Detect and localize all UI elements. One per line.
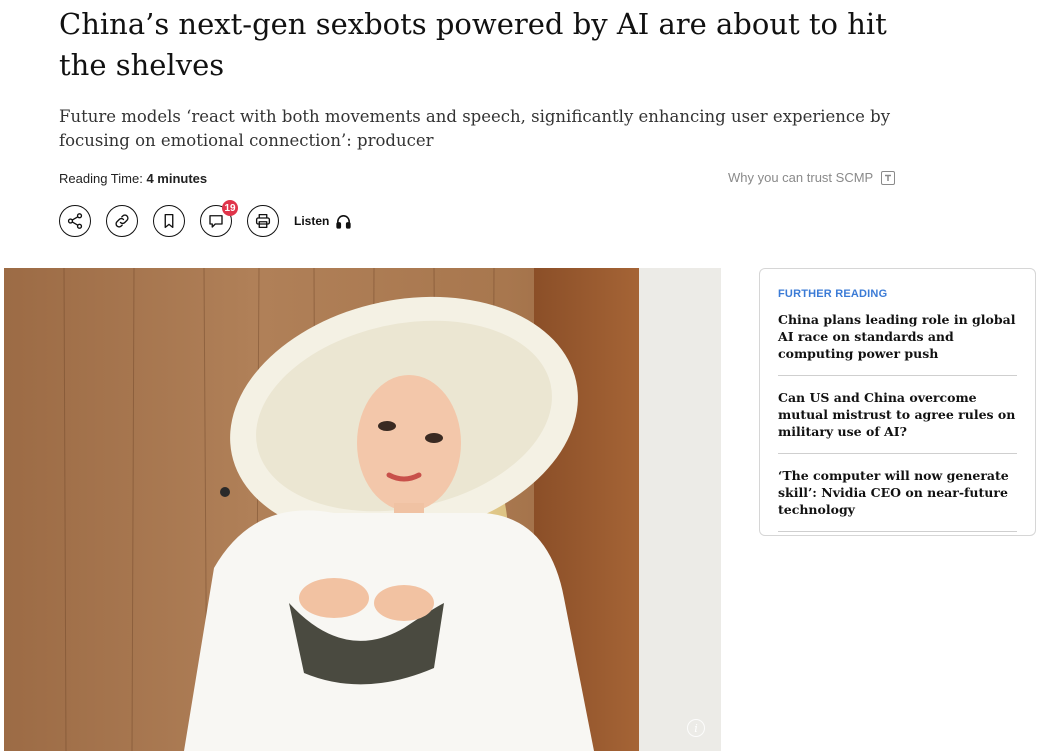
comment-icon — [209, 215, 223, 228]
copy-link-button[interactable] — [106, 205, 138, 237]
trust-badge-icon — [881, 170, 896, 185]
trust-link[interactable]: Why you can trust SCMP — [728, 170, 896, 185]
further-reading-item[interactable]: ‘The computer will now generate skill’: … — [778, 467, 1017, 532]
share-icon — [67, 213, 83, 229]
further-reading-item[interactable]: Can US and China overcome mutual mistrus… — [778, 389, 1017, 454]
link-icon — [115, 214, 129, 228]
article-hero-image: i — [4, 268, 721, 751]
article-headline: China’s next-gen sexbots powered by AI a… — [59, 7, 887, 82]
listen-button[interactable]: Listen — [294, 213, 352, 230]
further-reading-item[interactable]: China plans leading role in global AI ra… — [778, 311, 1017, 376]
comments-button[interactable]: 19 — [200, 200, 238, 237]
article-subheadline: Future models ‘react with both movements… — [59, 107, 891, 150]
further-reading-panel: FURTHER READING China plans leading role… — [759, 268, 1036, 536]
trust-link-label: Why you can trust SCMP — [728, 170, 874, 185]
reading-time-value: 4 minutes — [146, 171, 208, 186]
reading-time: Reading Time: 4 minutes — [59, 171, 207, 186]
further-reading-title: FURTHER READING — [778, 288, 888, 300]
comment-count-badge: 19 — [222, 200, 238, 216]
bookmark-icon — [164, 213, 174, 229]
print-button[interactable] — [247, 205, 279, 237]
reading-time-label: Reading Time: — [59, 171, 147, 186]
bookmark-button[interactable] — [153, 205, 185, 237]
print-icon — [255, 213, 271, 229]
image-info-icon[interactable]: i — [687, 719, 705, 737]
listen-label: Listen — [294, 214, 330, 228]
share-button[interactable] — [59, 205, 91, 237]
article-action-bar: 19 Listen — [59, 200, 352, 237]
headphones-icon — [336, 214, 351, 229]
